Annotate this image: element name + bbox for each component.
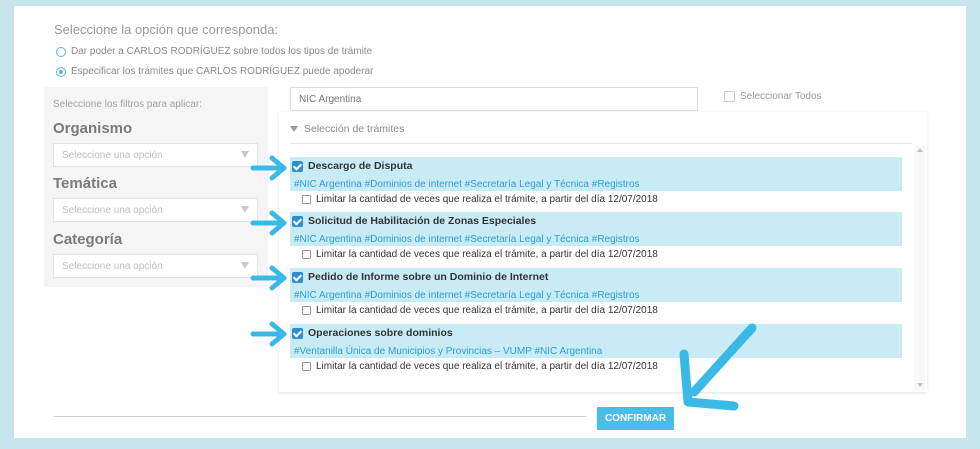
divider — [290, 143, 912, 144]
option-specific-tramites[interactable]: Especificar los trámites que CARLOS RODR… — [56, 66, 373, 77]
confirm-button[interactable]: CONFIRMAR — [597, 407, 674, 430]
tramite-title: Solicitud de Habilitación de Zonas Espec… — [308, 215, 537, 227]
option-specific-tramites-label: Especificar los trámites que CARLOS RODR… — [71, 66, 374, 77]
option-all-tramites-label: Dar poder a CARLOS RODRÍGUEZ sobre todos… — [71, 46, 373, 57]
organismo-placeholder: Seleccione una opción — [62, 150, 163, 161]
tramite-item: Descargo de Disputa #NIC Argentina #Domi… — [290, 157, 902, 205]
tramite-item: Solicitud de Habilitación de Zonas Espec… — [290, 212, 902, 260]
filters-title: Seleccione los filtros para aplicar: — [53, 99, 202, 110]
tramite-title: Operaciones sobre dominios — [308, 327, 453, 339]
page-heading: Seleccione la opción que corresponda: — [54, 22, 279, 37]
tramite-item: Operaciones sobre dominios #Ventanilla Ú… — [290, 324, 902, 372]
limit-label: Limitar la cantidad de veces que realiza… — [316, 361, 658, 372]
tramite-item-header: Solicitud de Habilitación de Zonas Espec… — [290, 212, 902, 246]
limit-checkbox[interactable]: Limitar la cantidad de veces que realiza… — [302, 249, 658, 260]
select-all-checkbox[interactable]: Seleccionar Todos — [724, 91, 822, 102]
chevron-down-icon — [241, 151, 249, 158]
checkbox-empty-icon[interactable] — [302, 306, 311, 315]
tematica-select[interactable]: Seleccione una opción — [53, 198, 258, 222]
checkbox-empty-icon[interactable] — [724, 91, 735, 102]
limit-label: Limitar la cantidad de veces que realiza… — [316, 194, 658, 205]
checkbox-empty-icon[interactable] — [302, 362, 311, 371]
section-title: Selección de trámites — [304, 123, 405, 135]
tramite-tags: #NIC Argentina #Dominios de internet #Se… — [294, 234, 640, 245]
tramite-tags: #Ventanilla Única de Municipios y Provin… — [294, 346, 603, 357]
scroll-down-icon[interactable] — [917, 383, 923, 387]
tramite-checkbox[interactable]: Descargo de Disputa — [292, 160, 412, 172]
option-all-tramites[interactable]: Dar poder a CARLOS RODRÍGUEZ sobre todos… — [56, 46, 372, 57]
arrow-right-icon — [250, 321, 287, 347]
tematica-placeholder: Seleccione una opción — [62, 205, 163, 216]
categoria-select[interactable]: Seleccione una opción — [53, 254, 258, 278]
limit-checkbox[interactable]: Limitar la cantidad de veces que realiza… — [302, 305, 658, 316]
limit-checkbox[interactable]: Limitar la cantidad de veces que realiza… — [302, 194, 658, 205]
arrow-right-icon — [250, 265, 287, 291]
tramite-tags: #NIC Argentina #Dominios de internet #Se… — [294, 179, 640, 190]
organismo-select[interactable]: Seleccione una opción — [53, 143, 258, 167]
checkbox-checked-icon[interactable] — [292, 160, 303, 172]
tramite-title: Descargo de Disputa — [308, 160, 413, 172]
list-scrollbar[interactable] — [914, 145, 925, 390]
arrow-right-icon — [250, 155, 287, 181]
limit-checkbox[interactable]: Limitar la cantidad de veces que realiza… — [302, 361, 658, 372]
search-input[interactable]: NIC Argentina — [290, 87, 698, 111]
arrow-down-left-icon — [679, 323, 757, 411]
radio-unselected-icon[interactable] — [56, 46, 66, 57]
categoria-placeholder: Seleccione una opción — [62, 261, 163, 272]
select-all-label: Seleccionar Todos — [740, 91, 822, 102]
chevron-down-icon — [241, 262, 249, 269]
tramite-tags: #NIC Argentina #Dominios de internet #Se… — [294, 290, 640, 301]
checkbox-empty-icon[interactable] — [302, 195, 311, 204]
limit-label: Limitar la cantidad de veces que realiza… — [316, 249, 658, 260]
checkbox-checked-icon[interactable] — [292, 215, 303, 227]
radio-selected-icon[interactable] — [56, 66, 66, 77]
tramite-checkbox[interactable]: Operaciones sobre dominios — [292, 327, 453, 339]
section-header[interactable]: Selección de trámites — [290, 123, 404, 135]
checkbox-empty-icon[interactable] — [302, 250, 311, 259]
caret-down-icon — [290, 126, 298, 132]
categoria-label: Categoría — [53, 231, 123, 248]
tramite-item-header: Pedido de Informe sobre un Dominio de In… — [290, 268, 902, 302]
scroll-up-icon[interactable] — [917, 148, 923, 152]
tramite-checkbox[interactable]: Pedido de Informe sobre un Dominio de In… — [292, 271, 548, 283]
tramite-title: Pedido de Informe sobre un Dominio de In… — [308, 271, 549, 283]
tematica-label: Temática — [53, 175, 117, 192]
tramite-checkbox[interactable]: Solicitud de Habilitación de Zonas Espec… — [292, 215, 536, 227]
checkbox-checked-icon[interactable] — [292, 327, 303, 339]
chevron-down-icon — [241, 206, 249, 213]
search-value: NIC Argentina — [299, 94, 362, 105]
tramite-item: Pedido de Informe sobre un Dominio de In… — [290, 268, 902, 316]
organismo-label: Organismo — [53, 120, 133, 137]
arrow-right-icon — [250, 210, 287, 236]
checkbox-checked-icon[interactable] — [292, 271, 303, 283]
limit-label: Limitar la cantidad de veces que realiza… — [316, 305, 658, 316]
tramite-item-header: Descargo de Disputa #NIC Argentina #Domi… — [290, 157, 902, 191]
tramite-item-header: Operaciones sobre dominios #Ventanilla Ú… — [290, 324, 902, 358]
divider — [54, 416, 586, 417]
